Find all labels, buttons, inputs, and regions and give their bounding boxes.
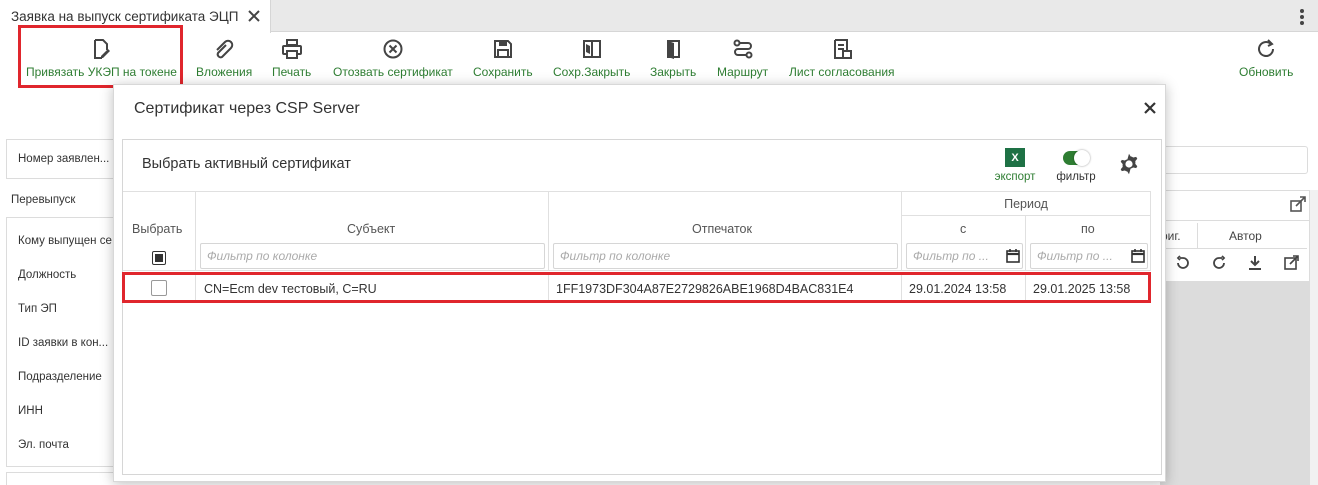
select-all-checkbox[interactable] xyxy=(152,251,166,265)
approval-sheet-icon xyxy=(833,39,852,59)
save-close-icon xyxy=(582,40,601,58)
from-filter-placeholder: Фильтр по ... xyxy=(913,249,989,263)
save-close-button[interactable]: Сохр.Закрыть xyxy=(553,33,630,85)
more-vertical-icon[interactable] xyxy=(1292,6,1312,28)
paperclip-icon xyxy=(216,39,234,59)
col-author-header: Автор xyxy=(1229,229,1262,243)
column-divider xyxy=(1197,223,1198,249)
export-label: экспорт xyxy=(994,171,1036,183)
revoke-circle-icon xyxy=(383,39,403,59)
position-label: Должность xyxy=(18,269,77,281)
right-scrollbar[interactable] xyxy=(1310,190,1318,485)
printer-icon xyxy=(281,39,302,59)
floppy-disk-icon xyxy=(493,40,512,58)
col-select-header: Выбрать xyxy=(132,222,183,236)
col-subject-header: Субъект xyxy=(347,222,396,236)
col-thumbprint-header: Отпечаток xyxy=(692,222,752,236)
bind-token-highlight xyxy=(18,25,183,88)
background-search-input[interactable] xyxy=(1160,146,1308,174)
export-excel-button[interactable]: X экспорт xyxy=(991,148,1039,188)
revoke-certificate-button[interactable]: Отозвать сертификат xyxy=(333,33,453,85)
attachments-grid-header xyxy=(1161,191,1309,221)
col-period-header-cell: Период xyxy=(902,191,1151,216)
gear-icon[interactable] xyxy=(1117,152,1141,176)
thumbprint-filter-input[interactable]: Фильтр по колонке xyxy=(553,243,898,269)
inn-label: ИНН xyxy=(18,405,43,417)
request-number-label: Номер заявлен... xyxy=(18,153,110,165)
refresh-label: Обновить xyxy=(1239,65,1294,79)
request-id-label: ID заявки в кон... xyxy=(18,337,109,349)
preview-area xyxy=(1161,281,1309,485)
attachments-grid: риг. Автор xyxy=(1160,190,1310,485)
filter-label: фильтр xyxy=(1056,171,1096,183)
close-dialog-icon[interactable] xyxy=(1143,101,1157,115)
save-label: Сохранить xyxy=(473,65,533,79)
panel-title: Выбрать активный сертификат xyxy=(142,156,351,172)
popout-icon[interactable] xyxy=(1289,195,1307,213)
attachments-label: Вложения xyxy=(196,65,253,79)
tab-strip: Заявка на выпуск сертификата ЭЦП xyxy=(0,0,1318,33)
revoke-label: Отозвать сертификат xyxy=(333,65,453,79)
email-label: Эл. почта xyxy=(18,439,69,451)
save-close-label: Сохр.Закрыть xyxy=(553,65,631,79)
attachments-actions xyxy=(1161,249,1309,277)
toolbar: Привязать УКЭП на токене Вложения Печать… xyxy=(0,33,1318,85)
col-from-header: с xyxy=(960,222,967,236)
approval-sheet-button[interactable]: Лист согласования xyxy=(789,33,895,85)
row-highlight xyxy=(122,272,1151,303)
reissue-label: Перевыпуск xyxy=(11,194,76,206)
close-label: Закрыть xyxy=(650,65,697,79)
col-period-header: Период xyxy=(1004,196,1048,211)
download-icon[interactable] xyxy=(1247,255,1263,271)
refresh-icon xyxy=(1258,39,1275,57)
print-button[interactable]: Печать xyxy=(272,33,311,85)
calendar-icon[interactable] xyxy=(1131,249,1145,263)
attachments-button[interactable]: Вложения xyxy=(196,33,252,85)
issued-to-label: Кому выпущен се xyxy=(18,235,112,247)
document-tab-title: Заявка на выпуск сертификата ЭЦП xyxy=(11,9,239,24)
excel-icon: X xyxy=(1005,148,1025,167)
rotate-left-icon[interactable] xyxy=(1175,255,1191,271)
refresh-button[interactable]: Обновить xyxy=(1239,33,1293,85)
rotate-right-icon[interactable] xyxy=(1211,255,1227,271)
subject-filter-input[interactable]: Фильтр по колонке xyxy=(200,243,545,269)
department-label: Подразделение xyxy=(18,371,102,383)
sig-type-label: Тип ЭП xyxy=(18,303,57,315)
door-icon xyxy=(667,40,681,59)
attachments-columns: риг. Автор xyxy=(1161,223,1307,249)
route-icon xyxy=(733,39,753,59)
open-external-icon[interactable] xyxy=(1283,255,1299,271)
calendar-icon[interactable] xyxy=(1006,249,1020,263)
col-to-header: по xyxy=(1081,222,1095,236)
route-button[interactable]: Маршрут xyxy=(717,33,768,85)
route-label: Маршрут xyxy=(717,65,769,79)
filter-switch[interactable] xyxy=(1063,150,1090,166)
close-button[interactable]: Закрыть xyxy=(650,33,696,85)
approval-sheet-label: Лист согласования xyxy=(789,65,895,79)
print-label: Печать xyxy=(272,65,312,79)
certificate-panel: Выбрать активный сертификат X экспорт фи… xyxy=(122,139,1162,475)
close-tab-icon[interactable] xyxy=(246,8,262,24)
bottom-panel xyxy=(6,472,114,485)
dialog-title: Сертификат через CSP Server xyxy=(134,100,360,117)
save-button[interactable]: Сохранить xyxy=(473,33,533,85)
filter-toggle[interactable]: фильтр xyxy=(1053,148,1099,188)
to-filter-placeholder: Фильтр по ... xyxy=(1037,249,1113,263)
